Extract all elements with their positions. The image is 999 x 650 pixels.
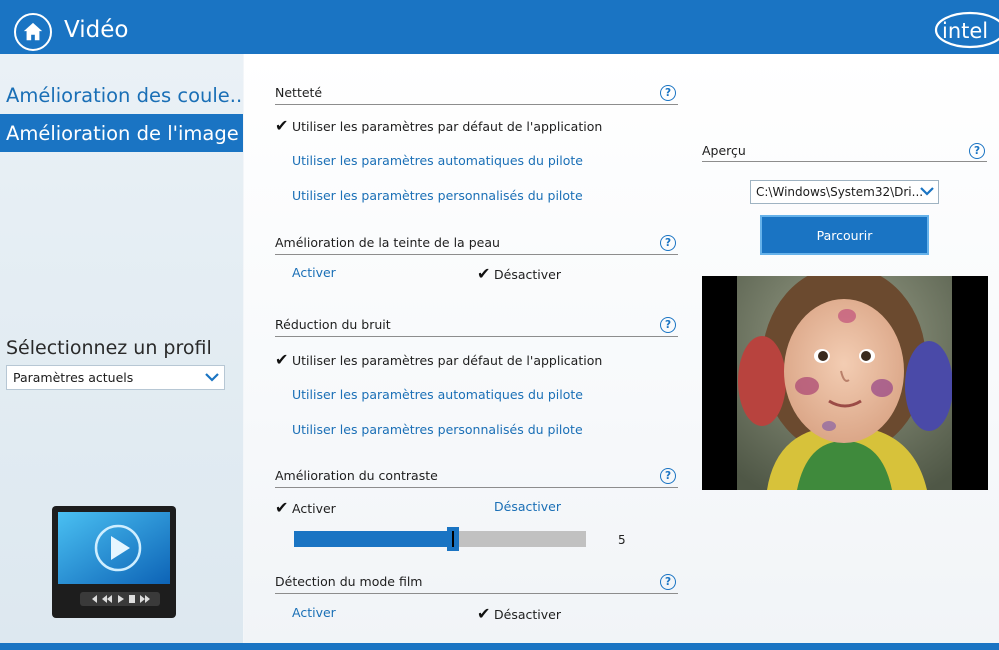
checkmark-icon: ✔ — [275, 350, 289, 369]
chevron-down-icon — [920, 187, 934, 196]
preview-image-frame — [702, 276, 988, 490]
contrast-disable[interactable]: Désactiver — [494, 499, 561, 514]
header-bar: Vidéo intel — [0, 0, 999, 54]
preview-title: Aperçu — [702, 143, 746, 158]
sidebar-item-label: Amélioration de l'image — [6, 121, 239, 145]
contrast-section: Amélioration du contraste ? — [275, 466, 678, 488]
checkmark-icon: ✔ — [275, 498, 289, 517]
sharpness-option-driver-auto[interactable]: Utiliser les paramètres automatiques du … — [292, 153, 583, 168]
help-icon[interactable]: ? — [660, 234, 676, 251]
help-icon[interactable]: ? — [660, 316, 676, 333]
contrast-enable[interactable]: ✔ Activer — [275, 498, 336, 517]
contrast-header: Amélioration du contraste ? — [275, 466, 678, 488]
preview-file-dropdown[interactable]: C:\Windows\System32\Dri... — [750, 180, 939, 204]
noise-option-driver-auto[interactable]: Utiliser les paramètres automatiques du … — [292, 387, 583, 402]
help-icon[interactable]: ? — [660, 84, 676, 101]
film-mode-disable[interactable]: ✔ Désactiver — [477, 604, 561, 623]
checkmark-icon: ✔ — [477, 264, 491, 283]
main-panel: Netteté ? ✔ Utiliser les paramètres par d… — [244, 54, 999, 644]
sharpness-option-label: Utiliser les paramètres par défaut de l'… — [292, 119, 603, 134]
contrast-enable-label: Activer — [292, 501, 336, 516]
contrast-slider-thumb[interactable] — [447, 527, 459, 551]
contrast-slider-fill — [294, 531, 455, 547]
checkmark-icon: ✔ — [275, 116, 289, 135]
skin-tone-title: Amélioration de la teinte de la peau — [275, 235, 500, 250]
sidebar: Amélioration des coule... Amélioration d… — [0, 54, 243, 644]
home-button[interactable] — [14, 13, 52, 51]
film-mode-header: Détection du mode film ? — [275, 572, 678, 594]
noise-title: Réduction du bruit — [275, 317, 391, 332]
film-mode-section: Détection du mode film ? — [275, 572, 678, 594]
sidebar-item-image-enhancement[interactable]: Amélioration de l'image — [0, 114, 243, 152]
profile-dropdown-value: Paramètres actuels — [13, 370, 134, 385]
checkmark-icon: ✔ — [477, 604, 491, 623]
sharpness-header: Netteté ? — [275, 83, 678, 105]
preview-header: Aperçu ? — [702, 140, 987, 162]
chevron-down-icon — [205, 373, 219, 382]
film-mode-title: Détection du mode film — [275, 574, 423, 589]
video-monitor-icon — [52, 506, 176, 618]
intel-logo: intel — [934, 11, 999, 49]
contrast-slider[interactable] — [294, 527, 586, 551]
skin-tone-disable-label: Désactiver — [494, 267, 561, 282]
bottom-bar — [0, 643, 999, 650]
sharpness-option-driver-custom[interactable]: Utiliser les paramètres personnalisés du… — [292, 188, 583, 203]
sharpness-title: Netteté — [275, 85, 323, 100]
brand-text: intel — [942, 19, 988, 43]
noise-section: Réduction du bruit ? — [275, 315, 678, 337]
preview-image — [737, 276, 952, 490]
skin-tone-enable[interactable]: Activer — [292, 265, 336, 280]
skin-tone-header: Amélioration de la teinte de la peau ? — [275, 233, 678, 255]
profile-label: Sélectionnez un profil — [6, 337, 212, 359]
noise-option-app-default[interactable]: ✔ Utiliser les paramètres par défaut de l… — [275, 350, 602, 369]
help-icon[interactable]: ? — [660, 573, 676, 590]
film-mode-enable[interactable]: Activer — [292, 605, 336, 620]
browse-button[interactable]: Parcourir — [760, 215, 929, 255]
noise-header: Réduction du bruit ? — [275, 315, 678, 337]
skin-tone-disable[interactable]: ✔ Désactiver — [477, 264, 561, 283]
preview-file-value: C:\Windows\System32\Dri... — [756, 185, 924, 199]
home-icon — [23, 22, 43, 41]
sharpness-section: Netteté ? — [275, 83, 678, 105]
skin-tone-section: Amélioration de la teinte de la peau ? — [275, 233, 678, 255]
help-icon[interactable]: ? — [969, 142, 985, 159]
page-title: Vidéo — [64, 17, 129, 43]
film-mode-disable-label: Désactiver — [494, 607, 561, 622]
noise-option-label: Utiliser les paramètres par défaut de l'… — [292, 353, 603, 368]
sidebar-item-label: Amélioration des coule... — [6, 83, 243, 107]
sidebar-item-color-enhancement[interactable]: Amélioration des coule... — [0, 76, 243, 114]
help-icon[interactable]: ? — [660, 467, 676, 484]
sharpness-option-app-default[interactable]: ✔ Utiliser les paramètres par défaut de l… — [275, 116, 602, 135]
profile-dropdown[interactable]: Paramètres actuels — [6, 365, 225, 390]
contrast-slider-value: 5 — [618, 533, 626, 547]
noise-option-driver-custom[interactable]: Utiliser les paramètres personnalisés du… — [292, 422, 583, 437]
contrast-title: Amélioration du contraste — [275, 468, 438, 483]
